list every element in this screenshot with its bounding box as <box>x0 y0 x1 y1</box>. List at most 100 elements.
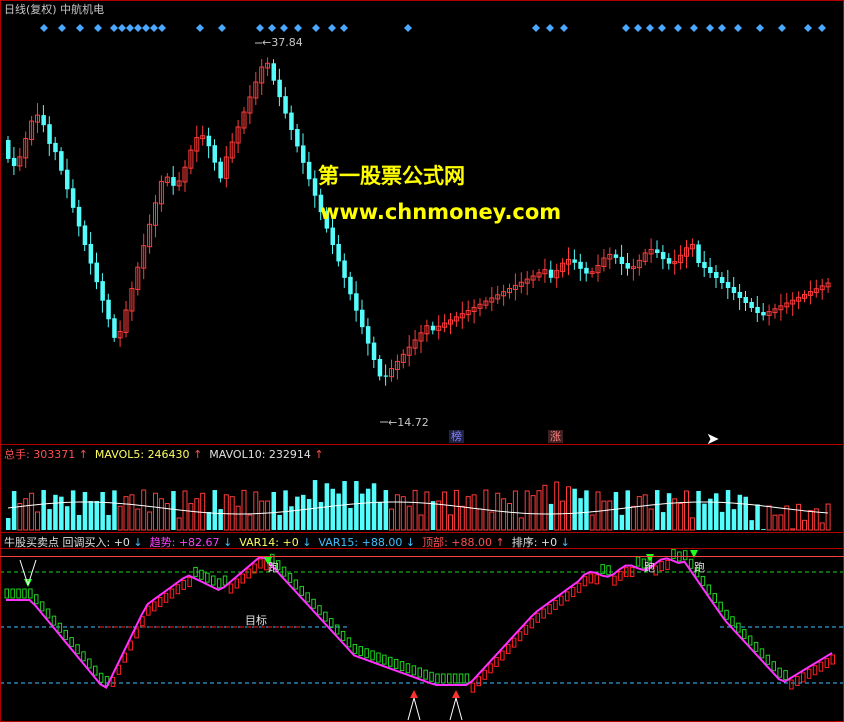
signal-diamond-icon <box>76 24 84 32</box>
volume-bar-down <box>708 498 713 530</box>
candle-down <box>755 307 760 313</box>
signal-diamond-icon <box>58 24 66 32</box>
volume-bar-down <box>76 514 82 530</box>
volume-bar-down <box>348 507 353 530</box>
indicator-bar-down <box>771 661 776 672</box>
indicator-bar-down <box>329 618 334 629</box>
signal-diamond-icon <box>634 24 642 32</box>
indicator-bar-down <box>39 601 45 612</box>
indicator-bar-down <box>441 673 446 684</box>
indicator-bar-up <box>789 679 794 690</box>
indicator-bar-down <box>364 648 369 659</box>
volume-bar-down <box>59 496 64 530</box>
candle-down <box>312 178 318 196</box>
indicator-bar-up <box>576 582 582 593</box>
volume-bar-down <box>548 503 554 530</box>
candle-down <box>100 281 105 301</box>
volume-bar-down <box>271 492 276 530</box>
indicator-bar-down <box>435 673 440 684</box>
signal-diamond-icon <box>328 24 336 32</box>
volume-bar-up <box>448 514 453 531</box>
indicator-bar-down <box>718 601 723 612</box>
volume-bar-up <box>424 491 430 531</box>
indicator-plot[interactable] <box>0 549 844 721</box>
volume-bar-up <box>147 511 153 531</box>
volume-bar-down <box>336 493 341 530</box>
volume-bar-down <box>218 509 223 530</box>
candle-down <box>301 145 306 163</box>
volume-bar-up <box>23 498 29 531</box>
indicator-bar-down <box>63 629 68 640</box>
indicator-bar-up <box>500 650 505 661</box>
volume-bar-down <box>342 481 347 530</box>
indicator-bar-down <box>747 635 753 646</box>
candle-down <box>696 244 701 263</box>
candle-down <box>719 277 725 283</box>
volume-bar-down <box>655 490 660 530</box>
volume-bar-up <box>394 494 400 531</box>
indicator-bar-down <box>452 673 458 684</box>
volume-bar-up <box>607 500 613 531</box>
volume-bar-down <box>100 491 105 530</box>
volume-bar-up <box>825 503 831 531</box>
candle-down <box>271 63 276 81</box>
volume-bar-down <box>354 481 359 530</box>
chart-canvas[interactable] <box>0 0 844 722</box>
tag-zhang[interactable]: 涨 <box>548 430 563 443</box>
volume-bar-down <box>360 493 365 530</box>
indicator-header: 牛股买卖点 回调买入: +0 ↓ 趋势: +82.67 ↓ VAR14: +0 … <box>4 536 570 549</box>
volume-bars[interactable] <box>6 480 831 531</box>
indicator-bar-down <box>28 588 33 599</box>
indicator-bar-up <box>559 595 564 606</box>
indicator-bar-down <box>51 615 57 626</box>
chart-title: 日线(复权) 中航机电 <box>4 3 105 16</box>
buy-marker-line <box>455 697 463 721</box>
indicator-bar-down <box>199 569 204 580</box>
volume-bar-up <box>253 491 259 531</box>
volume-bar-up <box>153 492 158 531</box>
volume-bar-up <box>524 490 530 531</box>
candle-down <box>655 249 660 253</box>
signal-diamond-icon <box>158 24 166 32</box>
indicator-bar-down <box>299 585 304 596</box>
volume-bar-down <box>714 493 719 530</box>
signal-diamond-icon <box>268 24 276 32</box>
indicator-bar-up <box>659 561 664 572</box>
volume-bar-up <box>453 489 459 531</box>
signal-diamond-icon <box>294 24 302 32</box>
volume-bar-down <box>430 501 436 530</box>
indicator-bar-down <box>222 575 228 586</box>
volume-bar-down <box>318 502 324 530</box>
volume-bar-up <box>784 505 790 531</box>
volume-bar-up <box>141 489 147 531</box>
candle-down <box>737 292 743 298</box>
volume-bar-up <box>436 500 442 531</box>
candle-down <box>41 115 46 126</box>
indicator-bar-down <box>211 575 216 586</box>
indicator-bar-down <box>75 644 80 655</box>
candle-down <box>112 318 117 338</box>
indicator-bar-up <box>818 661 824 672</box>
candlestick-series[interactable] <box>6 42 831 423</box>
indicator-bar-up <box>476 676 481 687</box>
indicator-bar-down <box>411 665 417 676</box>
volume-bar-down <box>584 490 589 530</box>
indicator-bar-down <box>393 658 399 669</box>
volume-bar-up <box>772 514 778 531</box>
signal-diamond-icon <box>734 24 742 32</box>
up-arrow-icon: ↑ <box>193 448 203 461</box>
indicator-bar-down <box>340 630 346 641</box>
down-arrow-icon: ↓ <box>302 536 312 549</box>
volume-bar-down <box>312 480 318 530</box>
candle-down <box>572 259 577 263</box>
candle-down <box>731 287 737 293</box>
candle-down <box>548 269 554 278</box>
indicator-bar-up <box>553 599 558 610</box>
indicator-bar-up <box>110 676 116 687</box>
signal-diamond-icon <box>546 24 554 32</box>
volume-bar-down <box>383 490 389 530</box>
volume-bar-up <box>807 510 813 531</box>
indicator-bar-up <box>824 658 830 669</box>
up-arrow-icon: ↑ <box>314 448 324 461</box>
tag-bang[interactable]: 榜 <box>449 430 464 443</box>
